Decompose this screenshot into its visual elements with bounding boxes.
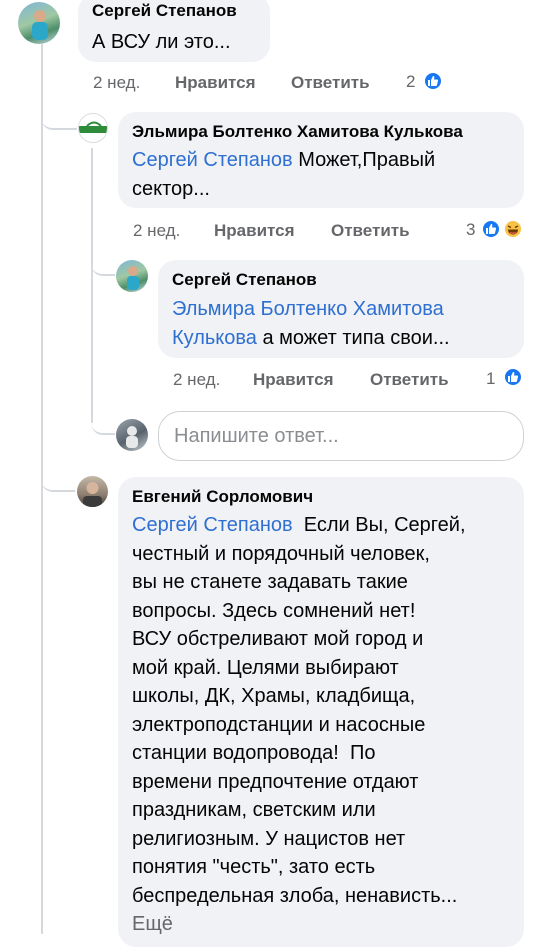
comment-line: Если Вы, Сергей,	[292, 514, 466, 536]
flag-icon	[79, 118, 107, 140]
comment-time[interactable]: 2 нед.	[173, 370, 220, 390]
comment-time[interactable]: 2 нед.	[133, 221, 180, 241]
comment-text-part: а может типа свои...	[256, 326, 450, 349]
avatar[interactable]	[116, 260, 148, 292]
comment-line: праздникам, светским или	[132, 799, 376, 821]
like-button[interactable]: Нравится	[175, 73, 256, 93]
person-icon	[126, 426, 138, 448]
mention-link[interactable]: Сергей Степанов	[132, 149, 293, 171]
reply-input-placeholder: Напишите ответ...	[174, 425, 339, 447]
avatar	[116, 419, 148, 451]
reply-button[interactable]: Ответить	[370, 370, 449, 390]
comment-text: Сергей Степанов Если Вы, Сергей, честный…	[132, 511, 517, 939]
reaction-count[interactable]: 2	[406, 72, 415, 92]
comment-text: А ВСУ ли это...	[92, 31, 231, 53]
comment-text: Эльмира Болтенко Хамитова Кулькова а мож…	[172, 295, 517, 352]
comment-author[interactable]: Сергей Степанов	[92, 1, 237, 21]
person-icon	[32, 10, 48, 40]
comment-line: вы не станете задавать такие	[132, 571, 408, 593]
comment-line: ВСУ обстреливают мой город и	[132, 628, 424, 650]
comment-author[interactable]: Евгений Сорломович	[132, 487, 313, 507]
thread-line-nested	[91, 148, 93, 423]
avatar[interactable]	[77, 476, 108, 507]
haha-icon	[503, 219, 523, 239]
comment-line: мой край. Целями выбирают	[132, 656, 399, 679]
reaction-count[interactable]: 1	[486, 369, 495, 389]
comment-author[interactable]: Эльмира Болтенко Хамитова Кулькова	[132, 122, 463, 142]
mention-link[interactable]: Сергей Степанов	[132, 514, 293, 536]
person-icon	[127, 266, 139, 290]
avatar[interactable]	[18, 2, 60, 44]
comment-text: Сергей Степанов Может,Правый сектор...	[132, 146, 512, 203]
avatar[interactable]	[78, 113, 108, 143]
thread-line-main	[41, 44, 43, 934]
thread-connector	[41, 470, 75, 492]
comment-line: вопросы. Здесь сомнений нет!	[132, 599, 416, 622]
like-button[interactable]: Нравится	[214, 221, 295, 241]
like-icon	[481, 219, 501, 239]
comment-line: честный и порядочный человек,	[132, 542, 430, 565]
reply-button[interactable]: Ответить	[291, 73, 370, 93]
reaction-count[interactable]: 3	[466, 220, 475, 240]
reply-button[interactable]: Ответить	[331, 221, 410, 241]
comment-author[interactable]: Сергей Степанов	[172, 270, 317, 290]
thread-connector	[91, 256, 115, 276]
comment-time[interactable]: 2 нед.	[93, 73, 140, 93]
comment-line: времени предпочтение отдают	[132, 770, 419, 793]
comment-line: электроподстанции и насосные	[132, 713, 426, 736]
comment-line: беспредельная злоба, ненависть...	[132, 884, 458, 907]
comment-text-part: сектор...	[132, 177, 210, 200]
like-button[interactable]: Нравится	[253, 370, 334, 390]
person-icon	[83, 482, 102, 507]
comment-line: религиозным. У нацистов нет	[132, 827, 406, 850]
thread-connector	[91, 413, 115, 435]
comment-text-part: Может,Правый	[292, 149, 436, 171]
see-more-link[interactable]: Ещё	[132, 913, 173, 935]
like-icon	[503, 367, 523, 387]
thread-connector	[41, 108, 77, 130]
comment-line: школы, ДК, Храмы, кладбища,	[132, 685, 416, 707]
like-icon	[423, 71, 443, 91]
mention-link[interactable]: Кулькова	[172, 327, 257, 349]
comment-line: станции водопровода! По	[132, 742, 376, 764]
mention-link[interactable]: Эльмира Болтенко Хамитова	[172, 298, 444, 320]
comment-line: понятия "честь", зато есть	[132, 856, 376, 878]
